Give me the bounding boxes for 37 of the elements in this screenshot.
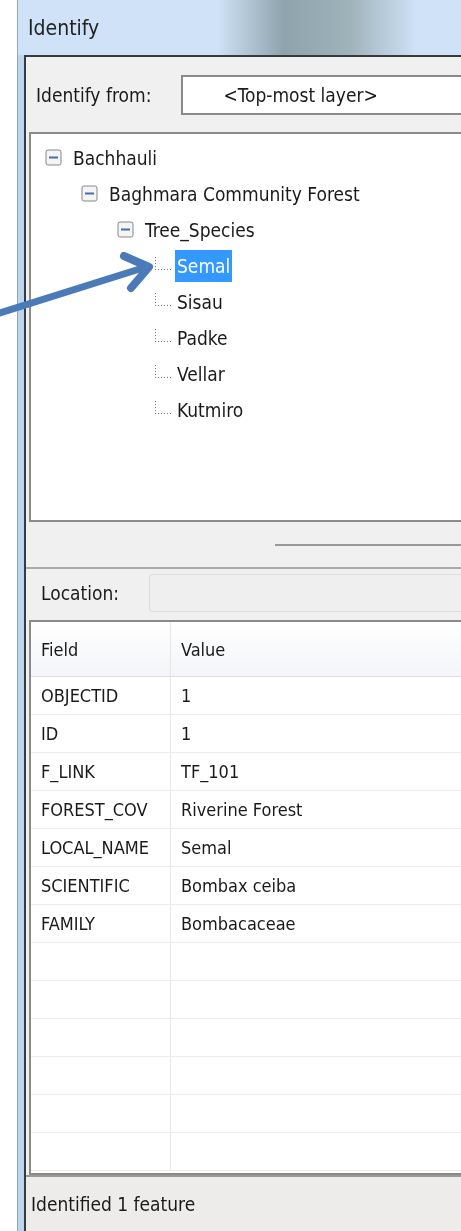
tree-connector xyxy=(155,292,173,306)
tree-item[interactable]: Kutmiro xyxy=(175,394,246,426)
table-cell-text: Semal xyxy=(180,836,233,860)
collapse-icon[interactable] xyxy=(45,149,63,167)
table-cell-text: Bombacaceae xyxy=(180,912,297,936)
table-cell: OBJECTID xyxy=(31,677,171,714)
table-cell-text: TF_101 xyxy=(180,760,241,785)
table-cell-text: 1 xyxy=(180,722,193,746)
column-header[interactable]: Field xyxy=(31,622,171,676)
table-cell-text: Bombax ceiba xyxy=(180,874,298,898)
tree-item[interactable]: Padke xyxy=(175,322,230,354)
location-label: Location: xyxy=(41,582,119,604)
tree-item[interactable]: Baghmara Community Forest xyxy=(107,178,362,210)
tree-item[interactable]: Tree_Species xyxy=(143,214,257,246)
identify-from-label: Identify from: xyxy=(36,83,152,106)
splitter-handle[interactable] xyxy=(275,543,461,546)
tree-connector xyxy=(155,364,173,378)
layer-dropdown[interactable]: <Top-most layer> xyxy=(181,74,461,115)
window-title: Identify xyxy=(28,15,100,40)
table-cell: FOREST_COV xyxy=(31,791,171,828)
tree-connector xyxy=(155,256,173,270)
table-cell: LOCAL_NAME xyxy=(31,829,171,866)
status-text: Identified 1 feature xyxy=(31,1193,196,1215)
tree-item[interactable]: Vellar xyxy=(175,358,227,390)
table-cell-text: 1 xyxy=(180,684,193,708)
tree-connector xyxy=(155,328,173,342)
tree-item[interactable]: Bachhauli xyxy=(71,142,160,174)
table-cell-text: Riverine Forest xyxy=(180,798,304,822)
column-header[interactable]: Value xyxy=(171,622,461,676)
table-cell: ID xyxy=(31,715,171,752)
table-cell: FAMILY xyxy=(31,905,171,942)
tree-item[interactable]: Sisau xyxy=(175,286,225,318)
collapse-icon[interactable] xyxy=(81,185,99,203)
tree-connector xyxy=(155,400,173,414)
table-cell: SCIENTIFIC xyxy=(31,867,171,904)
table-cell: F_LINK xyxy=(31,753,171,790)
collapse-icon[interactable] xyxy=(117,221,135,239)
